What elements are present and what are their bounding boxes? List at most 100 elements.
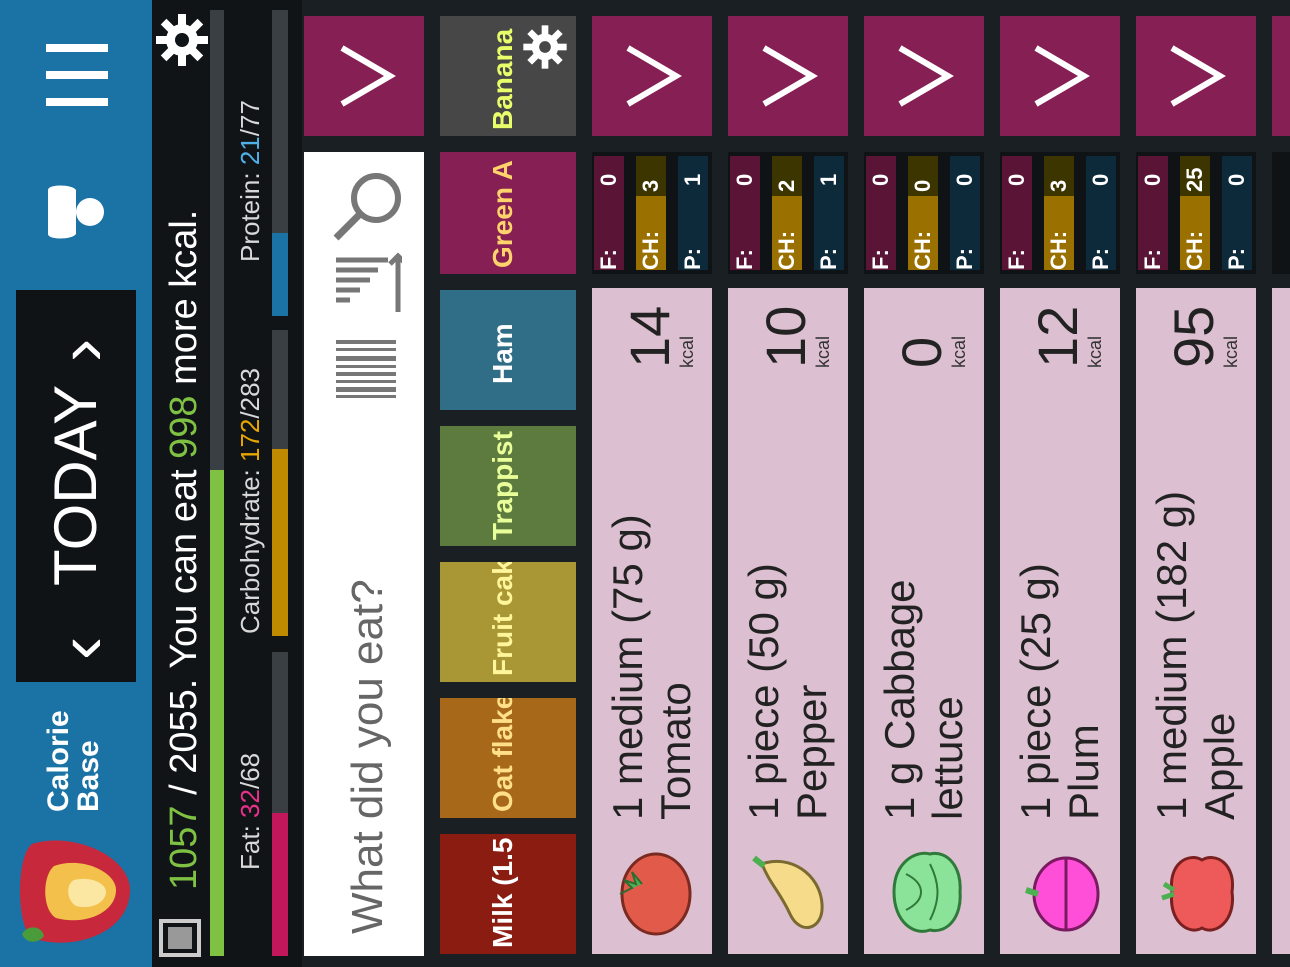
food-item[interactable]: 1 g Cabbage lettuce 0 kcal [864,288,984,954]
food-macros: F: 0 CH: 3 P: 1 [592,152,712,274]
food-card-expand-button[interactable] [592,16,712,136]
fat-macro: F: 0 [866,156,896,270]
food-name: Pepper [788,684,835,820]
food-card-expand-button[interactable] [1136,16,1256,136]
food-kcal: 10 [754,306,817,368]
search-panel[interactable]: What did you eat? [304,152,424,956]
prev-day-button[interactable]: ‹ [42,637,120,660]
food-portion: 1 medium (182 g) [1148,490,1195,820]
category-ham[interactable]: Ham [440,290,576,410]
carb-label-text: Carbohydrate: [235,469,265,634]
carb-macro-value: 3 [638,179,663,192]
tomato-icon [614,844,694,945]
food-portion: 1 medium (75 g) [604,514,651,820]
food-kcal-unit-text: kcal [677,335,697,368]
remaining-kcal: 998 [163,395,205,459]
category-green-apple[interactable]: Green A [440,152,576,274]
gear-icon[interactable] [520,22,570,72]
calorie-summary: 1057 / 2055. You can eat 998 more kcal. … [152,0,302,967]
food-kcal: 12 [1026,306,1089,368]
food-item[interactable]: 1 piece (50 g) Pepper 10 kcal [728,288,848,954]
food-kcal-value: 10 [754,305,817,368]
category-label: Ham [487,323,518,384]
day-label[interactable]: TODAY [42,385,109,586]
fat-macro-value: 0 [596,173,621,186]
protein-macro-value: 1 [680,173,705,186]
food-kcal-unit: kcal [813,336,833,368]
protein-macro: P: 0 [950,156,980,270]
category-banana[interactable]: Banana [440,16,576,136]
app-name: Calorie Base [42,710,105,812]
carb-macro-value: 25 [1182,167,1207,192]
food-item[interactable]: 1 medium (182 g) Apple 95 kcal [1136,288,1256,954]
next-day-button[interactable]: › [42,339,120,362]
food-card-expand-button[interactable] [1000,16,1120,136]
protein-label: Protein: 21/77 [235,100,265,262]
chevron-down-icon [340,45,396,107]
category-oat-flakes[interactable]: Oat flake [440,698,576,818]
category-trappist[interactable]: Trappist [440,426,576,546]
fat-macro-label: F: [732,249,757,270]
food-portion: 1 piece (50 g) [740,563,787,820]
food-kcal-unit: kcal [1085,335,1105,368]
food-kcal-unit-text: kcal [1085,335,1105,368]
food-description: 1 medium (75 g) Tomato [604,514,700,820]
fat-progress-bar [272,652,288,956]
calorie-message: 1057 / 2055. You can eat 998 more kcal. [163,209,205,890]
barcode-icon[interactable] [334,338,398,400]
eaten-kcal: 1057 [163,805,205,890]
food-kcal-value: 12 [1026,305,1089,368]
fat-macro-value: 0 [868,173,893,186]
person-icon[interactable] [44,180,108,244]
protein-macro-value: 0 [1224,173,1249,186]
protein-macro: P: 0 [1222,156,1252,270]
app-name-line2: Base [72,740,105,812]
food-name: lettuce [924,696,971,820]
food-kcal-value: 14 [618,305,681,368]
search-input[interactable]: What did you eat? [343,579,392,934]
search-icon[interactable] [328,166,408,246]
food-card-plum[interactable]: F: 0 CH: 3 P: 0 1 piece (25 g) Plum 12 k… [1000,0,1120,967]
carb-macro-value: 2 [774,179,799,192]
protein-label-text: Protein: [235,172,265,262]
message-post: more kcal. [163,209,205,385]
protein-macro-value: 0 [1088,173,1113,186]
carb-macro: CH: 0 [908,156,938,270]
next-card-partial-body [1272,288,1290,954]
chevron-down-icon [762,45,818,107]
category-milk[interactable]: Milk (1.5 [440,834,576,954]
plum-icon [1022,844,1102,945]
food-card-tomato[interactable]: F: 0 CH: 3 P: 1 1 medium (75 g) Tomato 1… [592,0,712,967]
calendar-icon[interactable] [158,918,202,958]
food-card-expand-button[interactable] [864,16,984,136]
food-card-apple[interactable]: F: 0 CH: 25 P: 0 1 medium (182 g) Apple … [1136,0,1256,967]
menu-bars-icon[interactable] [42,40,112,110]
protein-macro-label: P: [1088,248,1113,270]
food-card-expand-button[interactable] [728,16,848,136]
food-name: Plum [1060,724,1107,820]
expand-search-button[interactable] [304,16,424,136]
food-kcal: 0 [890,337,953,368]
fat-macro-value: 0 [732,173,757,186]
food-macros: F: 0 CH: 2 P: 1 [728,152,848,274]
carb-macro-label: CH: [638,230,663,270]
chevron-down-icon [1034,45,1090,107]
category-label: Fruit cak [487,562,518,676]
category-label: Oat flake [487,698,518,812]
fat-progress-fill [272,813,288,956]
sort-icon[interactable] [332,252,402,316]
carb-macro-label: CH: [1046,230,1071,270]
calorie-progress-fill [210,469,224,956]
carb-label: Carbohydrate: 172/283 [235,368,265,634]
fat-label-text: Fat: [235,825,265,870]
food-description: 1 g Cabbage lettuce [876,579,972,820]
fat-max: /68 [235,752,265,790]
food-item[interactable]: 1 piece (25 g) Plum 12 kcal [1000,288,1120,954]
food-kcal: 14 [618,306,681,368]
food-card-lettuce[interactable]: F: 0 CH: 0 P: 0 1 g Cabbage lettuce 0 kc… [864,0,984,967]
food-card-pepper[interactable]: F: 0 CH: 2 P: 1 1 piece (50 g) Pepper 10… [728,0,848,967]
gear-icon[interactable] [152,10,212,70]
category-fruit-cake[interactable]: Fruit cak [440,562,576,682]
food-item[interactable]: 1 medium (75 g) Tomato 14 kcal [592,288,712,954]
food-description: 1 piece (50 g) Pepper [740,563,836,820]
